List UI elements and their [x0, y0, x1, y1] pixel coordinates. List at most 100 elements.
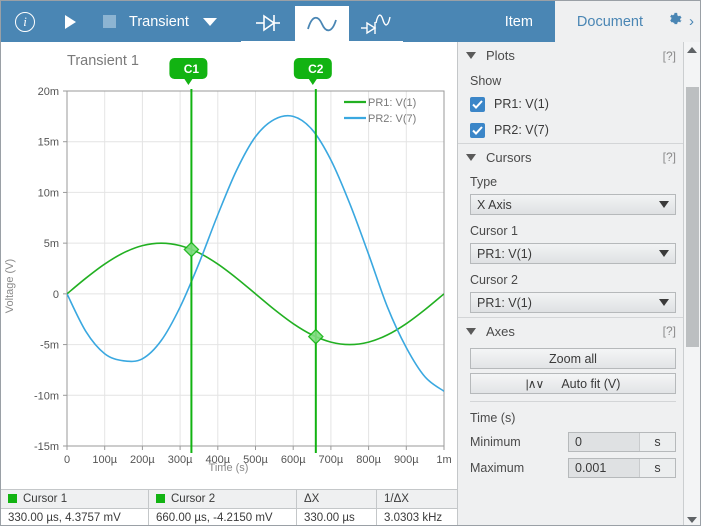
header-cursor2-label: Cursor 2 — [171, 492, 216, 505]
svg-text:600µ: 600µ — [281, 454, 306, 466]
table-header-row: Cursor 1 Cursor 2 ΔX 1/ΔX — [1, 490, 457, 509]
panel-scrollbar[interactable] — [683, 42, 700, 525]
checkbox-row-pr1[interactable]: PR1: V(1) — [458, 91, 686, 117]
auto-fit-label: Auto fit (V) — [561, 376, 621, 391]
section-axes[interactable]: Axes [?] — [458, 317, 686, 344]
table-value-row: 330.00 µs, 4.3757 mV 660.00 µs, -4.2150 … — [1, 508, 457, 525]
info-circle-icon[interactable]: i — [1, 1, 49, 42]
caret-down-icon[interactable] — [193, 1, 227, 42]
maximum-label: Maximum — [470, 461, 525, 475]
svg-text:1m: 1m — [436, 454, 451, 466]
section-title-plots: Plots — [486, 48, 515, 63]
value-delta-x: 330.00 µs — [297, 508, 377, 525]
header-inv-delta-x: 1/ΔX — [377, 490, 457, 509]
svg-text:15m: 15m — [38, 137, 59, 149]
minimum-row: Minimum 0 s — [458, 429, 686, 455]
chart-pane: Transient 1 Voltage (V) Time (s) 20m 15m 1… — [1, 42, 456, 488]
analysis-type-label: Transient — [129, 13, 189, 30]
cursor1-select[interactable]: PR1: V(1) — [470, 243, 676, 264]
svg-text:-5m: -5m — [40, 340, 59, 352]
svg-text:0: 0 — [53, 289, 59, 301]
cursor-type-select[interactable]: X Axis — [470, 194, 676, 215]
cursor1-label: Cursor 1 — [470, 224, 518, 238]
maximum-row: Maximum 0.001 s — [458, 455, 686, 481]
show-label: Show — [470, 74, 502, 88]
header-cursor1: Cursor 1 — [1, 490, 149, 509]
section-title-cursors: Cursors — [486, 149, 532, 165]
header-cursor2: Cursor 2 — [149, 490, 297, 509]
svg-text:300µ: 300µ — [168, 454, 193, 466]
chevron-down-icon — [659, 299, 669, 306]
svg-text:200µ: 200µ — [130, 454, 155, 466]
minimum-label: Minimum — [470, 435, 521, 449]
svg-text:PR2: V(7): PR2: V(7) — [368, 113, 416, 125]
section-plots[interactable]: Plots [?] — [458, 42, 686, 69]
diode-ac-icon[interactable] — [348, 4, 403, 43]
tab-document[interactable]: Document — [554, 1, 665, 42]
maximum-unit: s — [639, 459, 675, 477]
svg-text:0: 0 — [64, 454, 70, 466]
analysis-icon-tabs — [240, 1, 403, 43]
zoom-all-label: Zoom all — [549, 351, 597, 366]
chevron-right-icon[interactable]: › — [689, 14, 694, 29]
cursor2-value: PR1: V(1) — [477, 295, 532, 310]
svg-text:5m: 5m — [44, 238, 59, 250]
help-icon-axes[interactable]: [?] — [663, 324, 676, 338]
section-title-axes: Axes — [486, 323, 515, 339]
waveform-icon: |∧∨ — [525, 376, 545, 391]
properties-panel: Plots [?] Show PR1: V(1) PR2: V(7) Curso… — [457, 42, 700, 525]
svg-text:PR1: V(1): PR1: V(1) — [368, 97, 416, 109]
svg-text:100µ: 100µ — [92, 454, 117, 466]
cursor1-value: PR1: V(1) — [477, 246, 532, 261]
help-icon-cursors[interactable]: [?] — [663, 150, 676, 164]
svg-text:20m: 20m — [38, 86, 59, 98]
play-icon[interactable] — [49, 1, 91, 42]
tab-item[interactable]: Item — [482, 1, 555, 42]
cursor1-swatch-icon — [8, 494, 17, 504]
checkbox-pr2[interactable] — [470, 122, 485, 138]
checkbox-label-pr1: PR1: V(1) — [494, 97, 549, 111]
section-cursors[interactable]: Cursors [?] — [458, 143, 686, 170]
simulation-window: i Transient Item Document › Transient 1 … — [0, 0, 701, 526]
plot-svg[interactable]: 20m 15m 10m 5m 0 -5m -10m -15m 0 100µ 200µ 300µ 400µ… — [1, 42, 456, 488]
scroll-up-icon[interactable] — [684, 42, 700, 57]
minimum-unit: s — [639, 433, 675, 451]
triangle-down-icon[interactable] — [466, 327, 476, 335]
checkbox-pr1[interactable] — [470, 96, 485, 112]
triangle-down-icon[interactable] — [466, 153, 476, 161]
diode-dc-icon[interactable] — [240, 4, 295, 43]
svg-text:400µ: 400µ — [205, 454, 230, 466]
help-icon-plots[interactable]: [?] — [663, 49, 676, 63]
zoom-all-button[interactable]: Zoom all — [470, 348, 676, 369]
cursor-type-value: X Axis — [477, 197, 512, 212]
time-axis-label: Time (s) — [470, 411, 516, 425]
svg-text:-15m: -15m — [34, 441, 59, 453]
cursor2-select[interactable]: PR1: V(1) — [470, 292, 676, 313]
chevron-down-icon — [659, 250, 669, 257]
stop-icon[interactable] — [91, 1, 127, 42]
triangle-down-icon[interactable] — [466, 52, 476, 59]
svg-text:800µ: 800µ — [356, 454, 381, 466]
sine-wave-icon[interactable] — [294, 6, 349, 42]
gear-icon[interactable] — [665, 10, 684, 34]
minimum-input[interactable]: 0 — [569, 433, 639, 451]
svg-text:10m: 10m — [38, 187, 59, 199]
svg-text:-10m: -10m — [34, 390, 59, 402]
svg-text:900µ: 900µ — [394, 454, 419, 466]
chevron-down-icon — [659, 201, 669, 208]
svg-text:700µ: 700µ — [319, 454, 344, 466]
svg-text:500µ: 500µ — [243, 454, 268, 466]
scroll-down-icon[interactable] — [684, 512, 700, 525]
scroll-thumb[interactable] — [686, 87, 699, 347]
maximum-input[interactable]: 0.001 — [569, 459, 639, 477]
auto-fit-button[interactable]: |∧∨ Auto fit (V) — [470, 373, 676, 394]
svg-text:C2: C2 — [308, 62, 324, 76]
value-cursor1: 330.00 µs, 4.3757 mV — [1, 508, 149, 525]
checkbox-row-pr2[interactable]: PR2: V(7) — [458, 117, 686, 143]
value-inv-delta-x: 3.0303 kHz — [384, 511, 443, 524]
cursor2-swatch-icon — [156, 494, 165, 504]
cursor-readout-table: Cursor 1 Cursor 2 ΔX 1/ΔX 330.00 µs, 4.3… — [1, 489, 457, 525]
value-cursor2: 660.00 µs, -4.2150 mV — [149, 508, 297, 525]
top-toolbar: i Transient Item Document › — [1, 1, 700, 43]
svg-text:C1: C1 — [184, 62, 200, 76]
